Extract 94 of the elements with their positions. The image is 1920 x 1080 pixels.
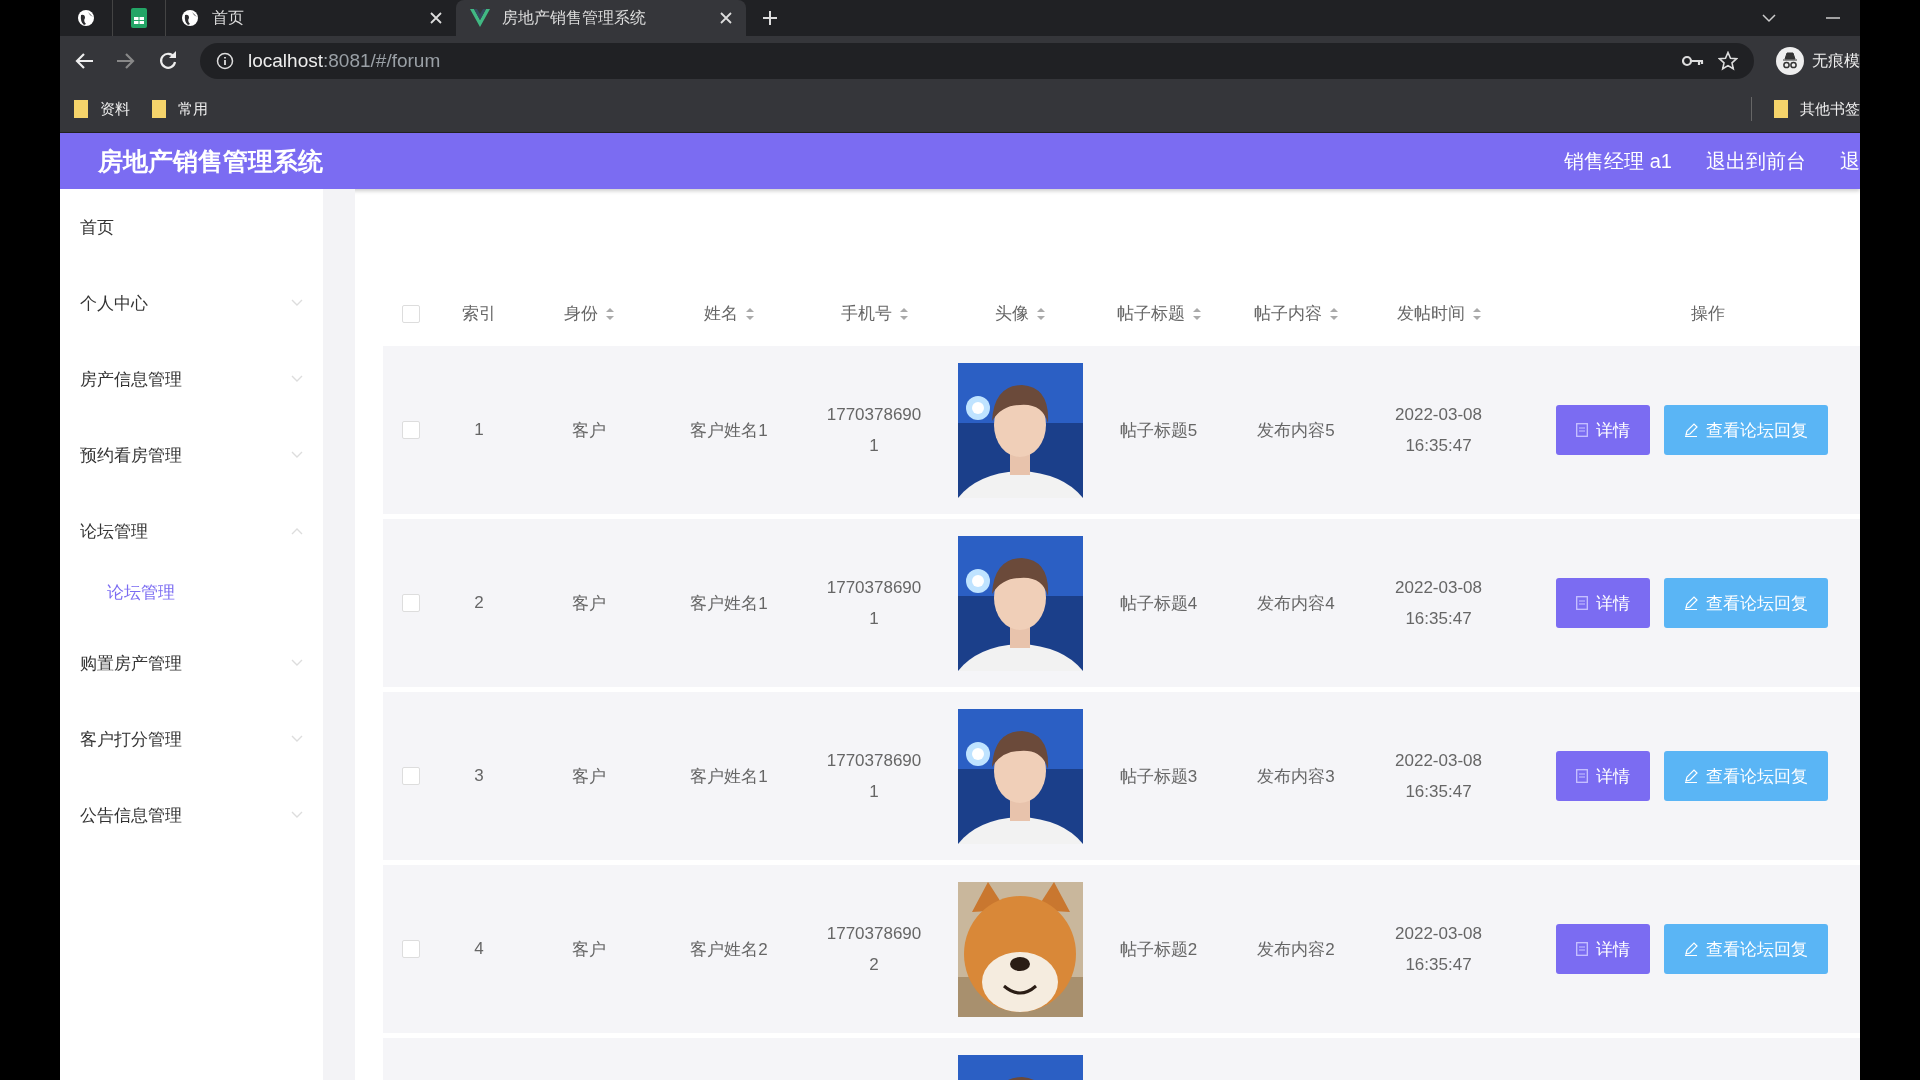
header-link[interactable]: 退 (1840, 147, 1860, 175)
star-icon[interactable] (1718, 51, 1738, 71)
folder-icon (74, 100, 88, 118)
table-cell-text: 帖子标题3 (1119, 765, 1198, 788)
menu-item[interactable]: 个人中心 (60, 265, 323, 341)
table-cell-text: 客户姓名1 (690, 419, 768, 442)
table-cell-text: 发布内容2 (1257, 938, 1335, 961)
document-icon (1576, 423, 1588, 437)
table-cell: 1 (474, 420, 484, 440)
table-cell-text: 17703786901 (825, 404, 923, 457)
new-tab-icon[interactable] (762, 10, 778, 26)
pencil-icon (1684, 423, 1698, 437)
row-checkbox[interactable] (402, 940, 420, 958)
spreadsheet-icon (131, 8, 147, 28)
column-header[interactable]: 手机号 (840, 302, 908, 325)
table-cell-text: 客户 (572, 592, 606, 615)
column-header[interactable]: 帖子标题 (1116, 302, 1201, 325)
table-cell-text: 2022-03-08 16:35:47 (1395, 577, 1482, 630)
table-cell-text: 2022-03-08 16:35:47 (1395, 923, 1482, 976)
table-cell-text: 2022-03-08 16:35:47 (1395, 404, 1482, 457)
menu-item[interactable]: 公告信息管理 (60, 777, 323, 853)
row-checkbox[interactable] (402, 594, 420, 612)
table-cell-text: 帖子标题4 (1119, 592, 1198, 615)
minimize-icon[interactable] (1826, 16, 1840, 20)
table-cell-text: 17703786901 (825, 750, 923, 803)
table-cell-text: 2022-03-08 16:35:47 (1395, 750, 1482, 803)
row-checkbox[interactable] (402, 421, 420, 439)
column-header[interactable]: 头像 (995, 302, 1045, 325)
bookmark-folder[interactable]: 其他书签 (1774, 99, 1860, 119)
globe-icon (180, 8, 200, 28)
table-cell-text: 客户 (572, 419, 606, 442)
document-icon (1576, 942, 1588, 956)
url-text: localhost:8081/#/forum (248, 50, 441, 72)
user-name: 销售经理 a1 (1564, 148, 1672, 174)
table-cell-text: 客户姓名1 (690, 592, 768, 615)
table-cell-text: 发布内容3 (1257, 765, 1335, 788)
reload-icon[interactable] (158, 51, 178, 71)
details-button[interactable]: 详情 (1556, 578, 1650, 628)
row-checkbox[interactable] (402, 767, 420, 785)
browser-tab[interactable]: 房地产销售管理系统 (456, 0, 746, 36)
tab-title: 房地产销售管理系统 (502, 7, 647, 28)
column-header: 索引 (462, 303, 496, 325)
header-link[interactable]: 退出到前台 (1706, 147, 1806, 175)
folder-icon (152, 100, 166, 118)
select-all-checkbox[interactable] (402, 304, 420, 323)
menu-item[interactable]: 首页 (60, 189, 323, 265)
pencil-icon (1684, 942, 1698, 956)
column-header[interactable]: 发帖时间 (1396, 302, 1481, 325)
table-cell-text: 客户 (572, 765, 606, 788)
column-header[interactable]: 帖子内容 (1254, 302, 1338, 325)
globe-icon (76, 8, 96, 28)
column-header[interactable]: 姓名 (704, 302, 754, 325)
table-cell: 2 (474, 593, 484, 613)
close-icon[interactable] (720, 12, 732, 24)
bookmark-folder[interactable]: 资料 (74, 99, 130, 119)
table-cell-text: 17703786901 (825, 577, 923, 630)
table-cell: 3 (474, 766, 484, 786)
key-icon[interactable] (1682, 55, 1704, 67)
back-icon[interactable] (74, 52, 94, 70)
v-logo-icon (470, 9, 490, 27)
table-cell-text: 发布内容4 (1257, 592, 1335, 615)
close-icon[interactable] (430, 12, 442, 24)
document-icon (1576, 596, 1588, 610)
chevron-down-icon[interactable] (1762, 13, 1776, 23)
details-button[interactable]: 详情 (1556, 751, 1650, 801)
table-cell: 4 (474, 939, 484, 959)
address-bar[interactable]: localhost:8081/#/forum (200, 43, 1754, 79)
details-button[interactable]: 详情 (1556, 924, 1650, 974)
column-header: 操作 (1691, 303, 1725, 325)
menu-item[interactable]: 客户打分管理 (60, 701, 323, 777)
pencil-icon (1684, 769, 1698, 783)
table-cell-text: 客户 (572, 938, 606, 961)
info-icon (216, 52, 234, 70)
bookmark-folder[interactable]: 常用 (152, 99, 208, 119)
tab-title: 首页 (212, 7, 245, 28)
menu-item[interactable]: 购置房产管理 (60, 625, 323, 701)
document-icon (1576, 769, 1588, 783)
menu-item[interactable]: 房产信息管理 (60, 341, 323, 417)
folder-icon (1774, 100, 1788, 118)
menu-item[interactable]: 预约看房管理 (60, 417, 323, 493)
app-title: 房地产销售管理系统 (98, 145, 323, 177)
incognito-button[interactable]: 无痕模 (1776, 47, 1860, 75)
pencil-icon (1684, 596, 1698, 610)
table-cell-text: 客户姓名2 (690, 938, 768, 961)
browser-tab[interactable]: 首页 (166, 0, 456, 36)
details-button[interactable]: 详情 (1556, 405, 1650, 455)
table-cell-text: 帖子标题5 (1119, 419, 1198, 442)
table-cell-text: 17703786902 (825, 923, 923, 976)
forward-icon[interactable] (116, 52, 136, 70)
table-cell-text: 客户姓名1 (690, 765, 768, 788)
incognito-icon (1776, 47, 1804, 75)
column-header[interactable]: 身份 (564, 302, 614, 325)
table-cell-text: 发布内容5 (1257, 419, 1335, 442)
table-cell-text: 帖子标题2 (1119, 938, 1198, 961)
